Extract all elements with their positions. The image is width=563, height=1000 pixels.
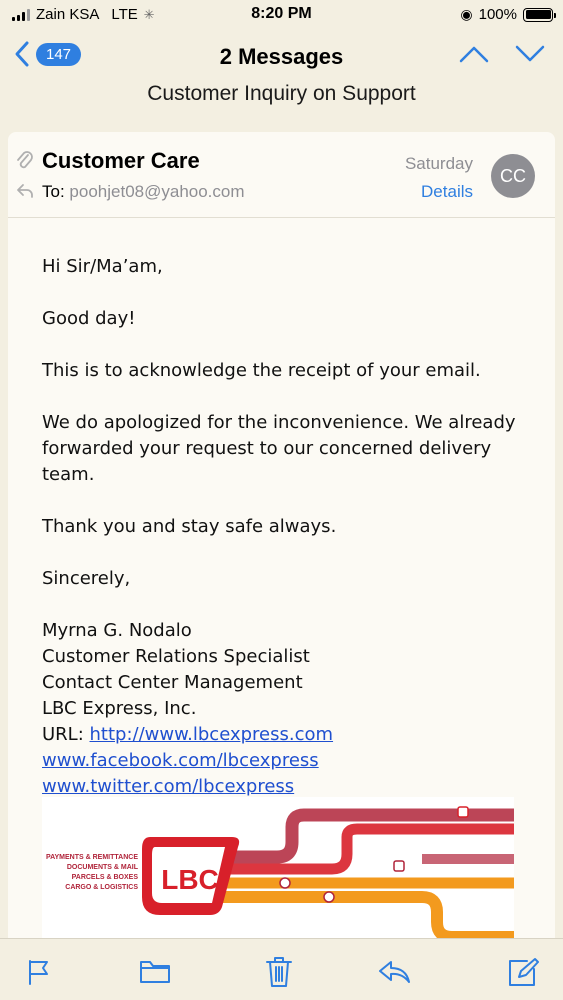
email-header[interactable]: Customer Care To: poohjet08@yahoo.com Sa… — [8, 132, 555, 218]
banner-service: PAYMENTS & REMITTANCE — [46, 854, 138, 861]
recipient-line: To: poohjet08@yahoo.com — [42, 182, 245, 202]
bottom-toolbar — [0, 938, 563, 1000]
message-nav-arrows — [459, 44, 545, 69]
signature-dept: Contact Center Management — [42, 672, 303, 693]
nav-bar: 147 2 Messages Customer Inquiry on Suppo… — [0, 32, 563, 122]
body-paragraph: We do apologized for the inconvenience. … — [42, 412, 516, 485]
body-paragraph: Thank you and stay safe always. — [42, 516, 337, 537]
facebook-link[interactable]: www.facebook.com/lbcexpress — [42, 748, 542, 774]
battery-fill — [525, 10, 551, 19]
recipient-address[interactable]: poohjet08@yahoo.com — [69, 182, 244, 201]
signature: Myrna G. Nodalo Customer Relations Speci… — [42, 618, 542, 800]
signature-company: LBC Express, Inc. — [42, 698, 197, 719]
closing: Sincerely, — [42, 568, 131, 589]
reply-button[interactable] — [378, 955, 412, 989]
banner-service: CARGO & LOGISTICS — [65, 884, 138, 891]
replied-icon — [16, 182, 34, 205]
folder-icon — [140, 961, 170, 983]
lbc-logo: LBC — [142, 837, 240, 915]
trash-button[interactable] — [262, 955, 296, 989]
signature-url-line: URL: http://www.lbcexpress.com — [42, 722, 542, 748]
url-label: URL: — [42, 724, 90, 745]
status-right: ◉ 100% — [460, 6, 556, 23]
banner-service: PARCELS & BOXES — [72, 874, 139, 881]
compose-button[interactable] — [506, 955, 540, 989]
signature-role: Customer Relations Specialist — [42, 646, 310, 667]
website-link[interactable]: http://www.lbcexpress.com — [90, 724, 334, 745]
email-date: Saturday — [404, 154, 473, 173]
to-label: To: — [42, 182, 65, 201]
signature-name: Myrna G. Nodalo — [42, 620, 192, 641]
battery-icon — [523, 7, 556, 22]
sender-name: Customer Care — [42, 148, 200, 173]
body-paragraph: This is to acknowledge the receipt of yo… — [42, 360, 481, 381]
lbc-logo-text: LBC — [161, 864, 219, 895]
compose-icon — [509, 958, 539, 986]
email-card: Customer Care To: poohjet08@yahoo.com Sa… — [8, 132, 555, 962]
rotation-lock-icon: ◉ — [460, 6, 473, 22]
trash-icon — [266, 957, 292, 987]
greeting: Hi Sir/Ma’am, — [42, 256, 163, 277]
reply-icon — [379, 961, 410, 983]
flag-icon — [29, 960, 48, 985]
body-paragraph: Good day! — [42, 308, 136, 329]
details-link[interactable]: Details — [421, 182, 473, 202]
battery-percent: 100% — [478, 6, 517, 23]
move-folder-button[interactable] — [138, 955, 172, 989]
flag-button[interactable] — [22, 955, 56, 989]
avatar[interactable]: CC — [491, 154, 535, 198]
chevron-down-icon[interactable] — [515, 44, 545, 69]
email-body: Hi Sir/Ma’am, Good day! This is to ackno… — [42, 254, 542, 800]
thread-subject: Customer Inquiry on Support — [147, 82, 416, 105]
chevron-up-icon[interactable] — [459, 44, 489, 69]
paperclip-icon — [16, 150, 34, 177]
banner-service: DOCUMENTS & MAIL — [67, 864, 139, 871]
status-bar: Zain KSA LTE ✳ 8:20 PM ◉ 100% — [0, 0, 563, 30]
